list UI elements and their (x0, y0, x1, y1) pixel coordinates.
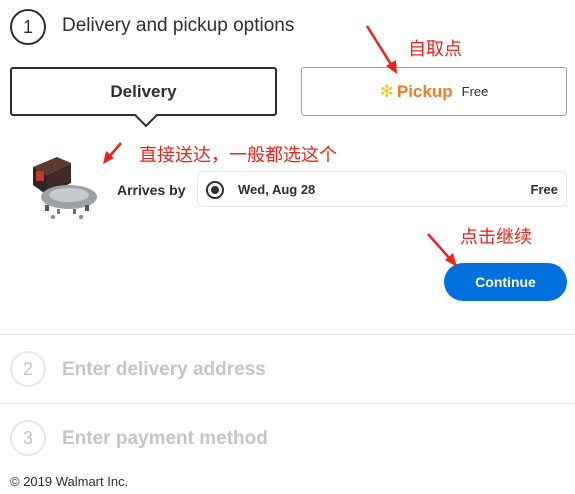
annotation-delivery: 直接送达，一般都选这个 (139, 145, 337, 166)
annotation-continue: 点击继续 (460, 227, 532, 248)
annotation-pickup: 自取点 (408, 39, 462, 60)
